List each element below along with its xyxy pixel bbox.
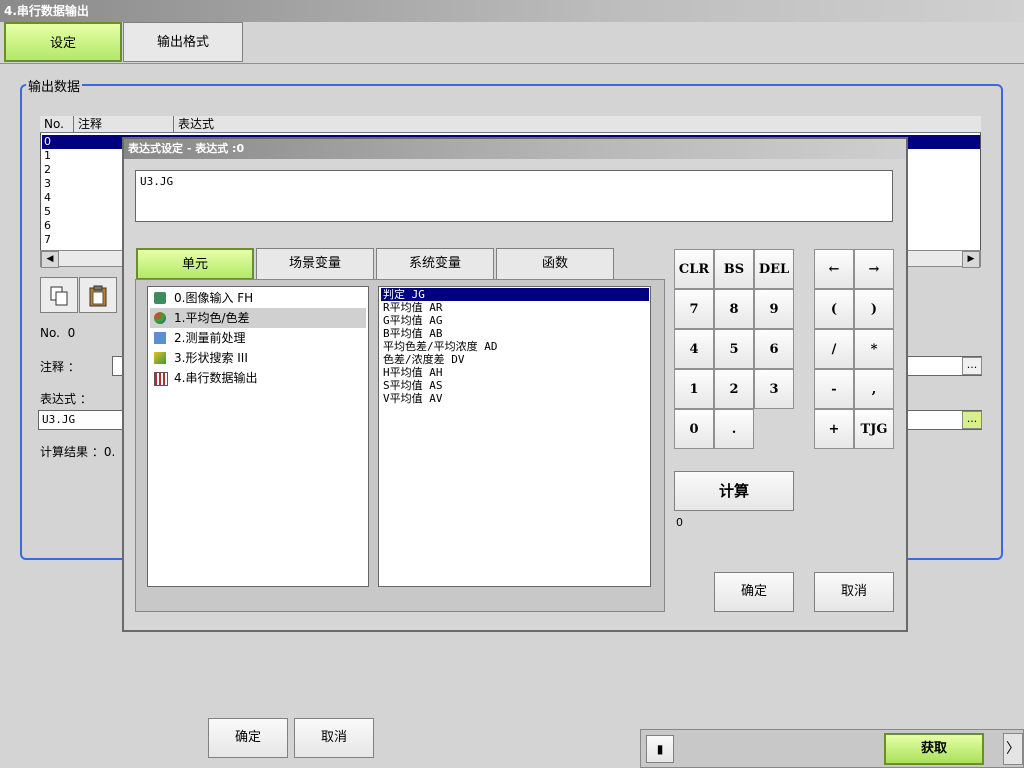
key-dot[interactable]: . (714, 409, 754, 449)
list-item[interactable]: 判定 JG (381, 288, 649, 301)
scroll-left-icon[interactable]: ◀ (41, 251, 59, 268)
cancel-button[interactable]: 取消 (294, 718, 374, 758)
copy-button[interactable] (40, 277, 78, 313)
column-no[interactable]: No. (40, 116, 74, 133)
comment-label: 注释 ： (40, 360, 80, 374)
key-4[interactable]: 4 (674, 329, 714, 369)
output-data-label: 输出数据 (26, 76, 83, 95)
key-6[interactable]: 6 (754, 329, 794, 369)
key-clr[interactable]: CLR (674, 249, 714, 289)
key-open-paren[interactable]: ( (814, 289, 854, 329)
more-button[interactable]: 〉 (1003, 733, 1023, 765)
list-item[interactable]: R平均值 AR (381, 301, 649, 314)
unit-item[interactable]: 0.图像输入 FH (150, 288, 366, 308)
key-del[interactable]: DEL (754, 249, 794, 289)
list-header: No. 注释 表达式 (40, 116, 981, 133)
tab-system-variable[interactable]: 系统变量 (376, 248, 494, 280)
list-item[interactable]: V平均值 AV (381, 392, 649, 405)
column-comment[interactable]: 注释 (74, 116, 174, 133)
paste-button[interactable] (79, 277, 117, 313)
key-minus[interactable]: - (814, 369, 854, 409)
camera-icon (154, 292, 166, 304)
expression-edit-button[interactable]: ... (962, 411, 982, 429)
no-value: 0 (67, 326, 76, 340)
expression-label: 表达式 ： (40, 392, 92, 406)
key-7[interactable]: 7 (674, 289, 714, 329)
key-close-paren[interactable]: ) (854, 289, 894, 329)
key-tjg[interactable]: TJG (854, 409, 894, 449)
tab-unit[interactable]: 单元 (136, 248, 254, 280)
paste-icon (89, 285, 107, 307)
unit-tree[interactable]: 0.图像输入 FH 1.平均色/色差 2.测量前处理 3.形状搜索 III 4.… (147, 286, 369, 587)
stop-button[interactable]: ▮ (646, 735, 674, 763)
dialog-cancel-button[interactable]: 取消 (814, 572, 894, 612)
key-9[interactable]: 9 (754, 289, 794, 329)
key-8[interactable]: 8 (714, 289, 754, 329)
key-bs[interactable]: BS (714, 249, 754, 289)
no-label: No. 0 (40, 326, 76, 340)
tab-output-format[interactable]: 输出格式 (123, 22, 243, 62)
tab-scene-variable[interactable]: 场景变量 (256, 248, 374, 280)
unit-item[interactable]: 4.串行数据输出 (150, 368, 366, 388)
calc-result: 0 (676, 516, 683, 529)
window-title: 4.串行数据输出 (0, 0, 1024, 22)
key-plus[interactable]: + (814, 409, 854, 449)
filter-icon (154, 332, 166, 344)
list-item[interactable]: S平均值 AS (381, 379, 649, 392)
list-item[interactable]: 色差/浓度差 DV (381, 353, 649, 366)
tab-settings[interactable]: 设定 (4, 22, 122, 62)
serial-output-icon (154, 372, 168, 386)
ok-button[interactable]: 确定 (208, 718, 288, 758)
key-divide[interactable]: / (814, 329, 854, 369)
unit-item[interactable]: 1.平均色/色差 (150, 308, 366, 328)
key-left-arrow[interactable]: ← (814, 249, 854, 289)
tab-function[interactable]: 函数 (496, 248, 614, 280)
list-item[interactable]: 平均色差/平均浓度 AD (381, 340, 649, 353)
scroll-right-icon[interactable]: ▶ (962, 251, 980, 268)
list-item[interactable]: B平均值 AB (381, 327, 649, 340)
color-icon (154, 312, 166, 324)
dialog-title: 表达式设定 - 表达式 :0 (124, 139, 906, 159)
stop-icon: ▮ (656, 742, 664, 756)
calculate-button[interactable]: 计算 (674, 471, 794, 511)
dialog-ok-button[interactable]: 确定 (714, 572, 794, 612)
unit-item[interactable]: 2.测量前处理 (150, 328, 366, 348)
fetch-button[interactable]: 获取 (884, 733, 984, 765)
key-1[interactable]: 1 (674, 369, 714, 409)
key-3[interactable]: 3 (754, 369, 794, 409)
key-comma[interactable]: , (854, 369, 894, 409)
key-0[interactable]: 0 (674, 409, 714, 449)
variable-list[interactable]: 判定 JG R平均值 AR G平均值 AG B平均值 AB 平均色差/平均浓度 … (378, 286, 651, 587)
key-2[interactable]: 2 (714, 369, 754, 409)
column-expression[interactable]: 表达式 (174, 116, 981, 133)
key-multiply[interactable]: * (854, 329, 894, 369)
tab-divider (0, 63, 1024, 64)
key-right-arrow[interactable]: → (854, 249, 894, 289)
unit-item[interactable]: 3.形状搜索 III (150, 348, 366, 368)
calc-result-label: 计算结果 ：0. (40, 445, 116, 459)
chevron-right-icon: 〉 (1006, 741, 1020, 757)
key-5[interactable]: 5 (714, 329, 754, 369)
shape-search-icon (154, 352, 166, 364)
expression-input[interactable]: U3.JG (135, 170, 893, 222)
copy-icon (50, 286, 68, 306)
list-item[interactable]: H平均值 AH (381, 366, 649, 379)
comment-edit-button[interactable]: ... (962, 357, 982, 375)
list-item[interactable]: G平均值 AG (381, 314, 649, 327)
